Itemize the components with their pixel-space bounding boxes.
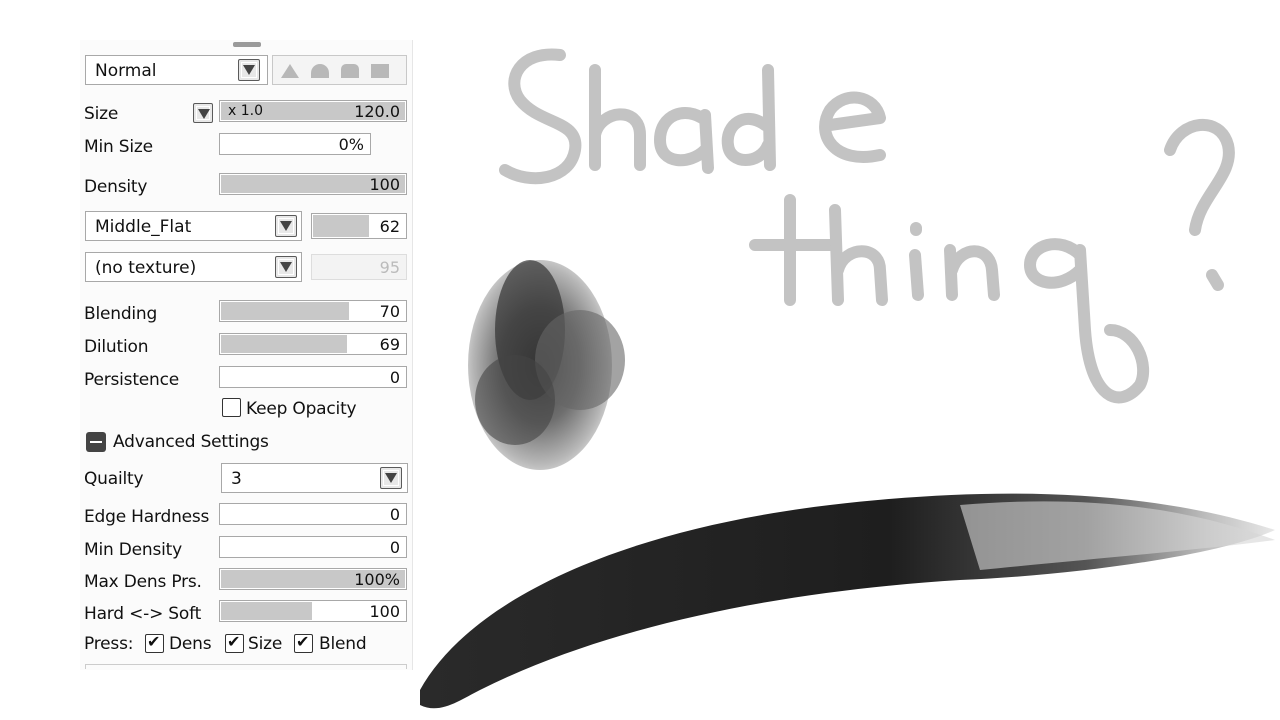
min-density-value: 0: [389, 538, 400, 557]
keep-opacity-checkbox[interactable]: [222, 398, 241, 417]
panel-bottom-edge: [85, 664, 407, 669]
panel-grip[interactable]: [233, 42, 261, 47]
blending-slider[interactable]: 70: [219, 300, 407, 322]
tip-flat-icon[interactable]: [371, 64, 389, 78]
size-multiplier: x 1.0: [228, 103, 263, 119]
advanced-settings-label[interactable]: Advanced Settings: [113, 432, 269, 452]
press-dens-label: Dens: [169, 634, 212, 654]
min-size-field[interactable]: 0%: [219, 133, 371, 155]
chevron-down-icon[interactable]: [380, 467, 402, 489]
size-slider[interactable]: x 1.0 120.0: [219, 100, 407, 122]
size-label: Size: [84, 104, 119, 124]
blending-label: Blending: [84, 304, 158, 324]
hard-soft-value: 100: [369, 602, 400, 621]
density-value: 100: [369, 175, 400, 194]
hard-soft-label: Hard <-> Soft: [84, 604, 202, 624]
max-dens-prs-value: 100%: [354, 570, 400, 589]
tip-sharp-icon[interactable]: [281, 64, 299, 78]
min-size-value: 0%: [338, 135, 364, 154]
quality-select[interactable]: 3: [221, 463, 408, 493]
edge-hardness-label: Edge Hardness: [84, 507, 210, 527]
quality-label: Quailty: [84, 469, 144, 489]
brush-shape-slider[interactable]: 62: [311, 213, 407, 239]
texture-slider: 95: [311, 254, 407, 280]
blend-mode-select[interactable]: Normal: [85, 55, 268, 85]
edge-hardness-value: 0: [389, 505, 400, 524]
press-blend-label: Blend: [319, 634, 367, 654]
hard-soft-slider[interactable]: 100: [219, 600, 407, 622]
chevron-down-icon[interactable]: [275, 256, 297, 278]
max-dens-prs-slider[interactable]: 100%: [219, 568, 407, 590]
handwriting-shade: [499, 48, 886, 185]
density-slider[interactable]: 100: [219, 173, 407, 195]
press-size-label: Size: [248, 634, 283, 654]
paint-blob: [468, 260, 625, 470]
brush-settings-panel: Normal Size x 1.0 120.0 Min Size 0% Dens…: [80, 40, 413, 670]
press-size-checkbox[interactable]: [225, 632, 244, 653]
persistence-value: 0: [389, 368, 400, 387]
tip-round-icon[interactable]: [311, 64, 329, 78]
persistence-label: Persistence: [84, 370, 180, 390]
edge-hardness-slider[interactable]: 0: [219, 503, 407, 525]
blending-value: 70: [379, 302, 400, 321]
max-dens-prs-label: Max Dens Prs.: [84, 572, 202, 592]
blend-mode-value: Normal: [95, 61, 157, 81]
size-dropdown-icon[interactable]: [193, 103, 213, 123]
texture-value: 95: [379, 258, 400, 277]
min-density-slider[interactable]: 0: [219, 536, 407, 558]
size-value: 120.0: [354, 102, 400, 121]
texture-name: (no texture): [95, 258, 197, 278]
drawing-canvas[interactable]: [415, 0, 1280, 720]
quality-value: 3: [231, 469, 242, 489]
min-density-label: Min Density: [84, 540, 182, 560]
brush-shape-name: Middle_Flat: [95, 217, 192, 237]
texture-select[interactable]: (no texture): [85, 252, 302, 282]
press-blend-checkbox[interactable]: [294, 632, 313, 653]
brush-shape-select[interactable]: Middle_Flat: [85, 211, 302, 241]
brush-shape-value: 62: [379, 217, 400, 236]
chevron-down-icon[interactable]: [275, 215, 297, 237]
press-label: Press:: [84, 634, 134, 654]
density-label: Density: [84, 177, 148, 197]
min-size-label: Min Size: [84, 137, 153, 157]
dilution-label: Dilution: [84, 337, 149, 357]
chevron-down-icon[interactable]: [238, 59, 260, 81]
persistence-slider[interactable]: 0: [219, 366, 407, 388]
handwriting-thing: [749, 118, 1235, 404]
dilution-slider[interactable]: 69: [219, 333, 407, 355]
tip-soft-icon[interactable]: [341, 64, 359, 78]
keep-opacity-label: Keep Opacity: [246, 399, 357, 419]
collapse-icon[interactable]: [86, 432, 106, 452]
brush-stroke: [420, 493, 1275, 709]
press-dens-checkbox[interactable]: [145, 632, 164, 653]
dilution-value: 69: [379, 335, 400, 354]
brush-tip-shapes[interactable]: [272, 55, 407, 85]
